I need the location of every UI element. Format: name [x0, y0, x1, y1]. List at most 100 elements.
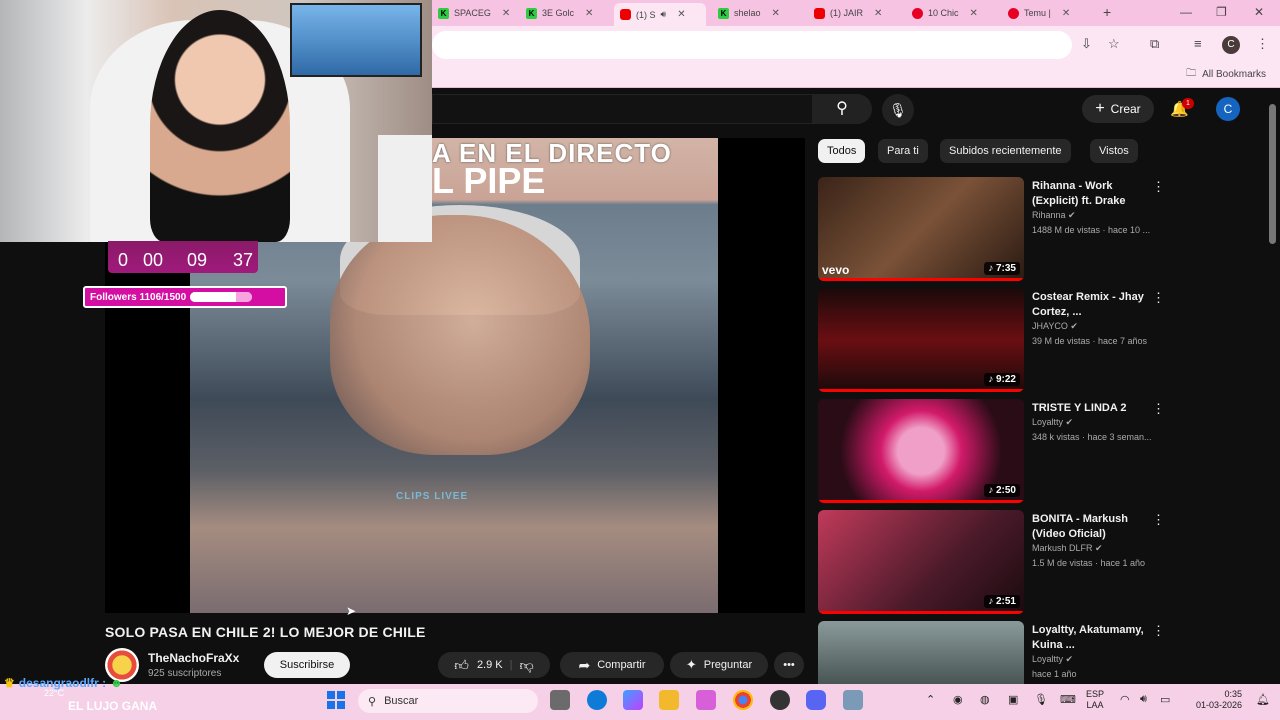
store-icon[interactable] [696, 690, 716, 710]
recommended-video-title[interactable]: Rihanna - Work (Explicit) ft. Drake [1032, 179, 1152, 209]
browser-profile-avatar[interactable]: C [1222, 36, 1240, 54]
copilot-icon[interactable] [623, 690, 643, 710]
recommended-channel-name[interactable]: Markush DLFR ✔ [1032, 543, 1103, 554]
browser-tab[interactable]: Temu | ✕ [1002, 3, 1090, 23]
browser-tab[interactable]: K 3E Golc ✕ [520, 3, 608, 23]
close-tab-icon[interactable]: ✕ [502, 8, 510, 19]
chrome-icon[interactable] [733, 690, 753, 710]
close-window-icon[interactable]: ✕ [1254, 5, 1264, 19]
share-button[interactable]: ➦ Compartir [560, 652, 664, 678]
chip-para-ti[interactable]: Para ti [878, 139, 928, 163]
close-tab-icon[interactable]: ✕ [874, 8, 882, 19]
search-icon[interactable]: ⚲ [812, 94, 872, 124]
clock[interactable]: 0:35 01-03-2026 [1190, 689, 1242, 711]
close-tab-icon[interactable]: ✕ [585, 8, 593, 19]
scrollbar-thumb[interactable] [1269, 104, 1276, 244]
recommended-video-meta: 348 k vistas · hace 3 seman... [1032, 432, 1152, 442]
install-app-icon[interactable]: ⇩ [1081, 36, 1092, 52]
thumbs-up-icon: 👍︎ [454, 656, 469, 673]
edge-icon[interactable] [587, 690, 607, 710]
taskbar-search[interactable]: ⚲ Buscar [358, 689, 538, 713]
discord-icon[interactable] [806, 690, 826, 710]
wifi-icon[interactable]: ◠ [1120, 693, 1130, 706]
restore-icon[interactable]: ❐ [1216, 5, 1227, 19]
more-options-icon[interactable]: ⋮ [1152, 401, 1165, 417]
minimize-icon[interactable]: — [1180, 5, 1192, 19]
video-thumbnail[interactable]: ♪ 2:51 [818, 510, 1024, 614]
recommended-channel-label: Loyaltty [1032, 654, 1064, 664]
crown-icon: ♛ [4, 676, 15, 690]
subscribe-button[interactable]: Suscribirse [264, 652, 350, 678]
recommended-channel-name[interactable]: Loyaltty ✔ [1032, 417, 1073, 428]
youtube-search-input[interactable] [432, 94, 812, 124]
recommended-video-title[interactable]: BONITA - Markush (Video Oficial) [1032, 512, 1152, 542]
language-indicator[interactable]: ESP LAA [1086, 689, 1104, 711]
video-overlay-text-line2: L PIPE [432, 160, 546, 201]
bookmark-star-icon[interactable]: ☆ [1108, 36, 1120, 52]
recommended-channel-name[interactable]: Loyaltty ✔ [1032, 654, 1073, 665]
more-options-icon[interactable]: ⋮ [1152, 179, 1165, 195]
channel-name[interactable]: TheNachoFraXx [148, 651, 239, 665]
recommended-channel-name[interactable]: JHAYCO ✔ [1032, 321, 1078, 332]
file-explorer-icon[interactable] [659, 690, 679, 710]
more-options-icon[interactable]: ⋮ [1152, 290, 1165, 306]
recommended-video-title[interactable]: Loyaltty, Akatumamy, Kuina ... [1032, 623, 1152, 653]
chip-todos[interactable]: Todos [818, 139, 866, 163]
all-bookmarks-button[interactable]: 🗀 All Bookmarks [1186, 66, 1266, 83]
recommended-video[interactable]: ♪ 2:50 TRISTE Y LINDA 2 Loyaltty ✔ 348 k vi… [818, 399, 1258, 503]
browser-tab[interactable]: (1) S 🔊︎ ✕ [614, 3, 706, 26]
tray-discord-icon[interactable]: ◍ [980, 693, 990, 706]
video-watermark: CLIPS LIVEE [396, 491, 469, 502]
chip-vistos[interactable]: Vistos [1090, 139, 1138, 163]
video-thumbnail[interactable]: ♪ 7:35 vevo [818, 177, 1024, 281]
browser-tab[interactable]: K SPACEG ✕ [432, 3, 516, 23]
recommended-video[interactable]: ♪ 2:51 BONITA - Markush (Video Oficial) Ma… [818, 510, 1258, 614]
chip-subidos-recientemente[interactable]: Subidos recientemente [940, 139, 1071, 163]
media-control-icon[interactable]: ≡ [1194, 36, 1202, 51]
recommended-video[interactable]: ♪ 7:35 vevo Rihanna - Work (Explicit) ft. … [818, 177, 1258, 281]
extensions-icon[interactable]: ⧉ [1150, 36, 1159, 52]
video-thumbnail[interactable]: ♪ 2:50 [818, 399, 1024, 503]
address-bar[interactable] [432, 31, 1072, 59]
close-tab-icon[interactable]: ✕ [677, 9, 685, 20]
battery-icon[interactable]: ▭ [1160, 693, 1170, 706]
task-view-icon[interactable] [550, 690, 570, 710]
browser-tab[interactable]: 10 Chic ✕ [906, 3, 996, 23]
close-tab-icon[interactable]: ✕ [772, 8, 780, 19]
create-button[interactable]: + Crear [1082, 95, 1154, 123]
tray-overflow-icon[interactable]: ⌃ [926, 693, 935, 706]
tab-audio-icon[interactable]: 🔊︎ [661, 9, 667, 20]
recommended-video-title[interactable]: TRISTE Y LINDA 2 [1032, 401, 1152, 416]
ask-button[interactable]: ✦ Preguntar [670, 652, 768, 678]
browser-tab[interactable]: (1) JAIR ✕ [808, 3, 900, 23]
recommended-channel-label: Markush DLFR [1032, 543, 1093, 553]
close-tab-icon[interactable]: ✕ [970, 8, 978, 19]
youtube-account-avatar[interactable]: C [1216, 97, 1240, 121]
browser-tab[interactable]: Kshelao ✕ [712, 3, 802, 23]
tray-app-icon[interactable]: ◉ [953, 693, 963, 706]
windows-start-icon[interactable] [326, 690, 346, 710]
like-button[interactable]: 👍︎ 2.9 K [454, 657, 502, 674]
recommended-channel-name[interactable]: Rihanna ✔ [1032, 210, 1076, 221]
volume-icon[interactable]: 🔊︎ [1140, 693, 1147, 706]
browser-menu-icon[interactable]: ⋮ [1256, 36, 1269, 52]
recommended-channel-label: Loyaltty [1032, 417, 1064, 427]
more-options-icon[interactable]: ⋮ [1152, 512, 1165, 528]
chat-message-text: EL LUJO GANA [68, 699, 158, 713]
tray-keyboard-icon[interactable]: ⌨ [1060, 693, 1076, 706]
tray-nvidia-icon[interactable]: ▣ [1008, 693, 1018, 706]
tray-mic-icon[interactable]: 🎙 [1034, 693, 1048, 706]
microphone-icon[interactable]: 🎙 [882, 94, 914, 126]
thumbs-down-icon[interactable]: 👎︎ [519, 657, 533, 674]
video-duration: ♪ 2:50 [984, 484, 1020, 497]
video-thumbnail[interactable]: ♪ 9:22 [818, 288, 1024, 392]
obs-icon[interactable] [770, 690, 790, 710]
notification-center-icon[interactable]: 🔔︎ [1256, 693, 1270, 706]
settings-icon[interactable] [843, 690, 863, 710]
recommended-video[interactable]: ♪ 9:22 Costear Remix - Jhay Cortez, ... JH… [818, 288, 1258, 392]
more-options-icon[interactable]: ⋮ [1152, 623, 1165, 639]
new-tab-button[interactable]: + [1103, 4, 1111, 20]
more-actions-icon[interactable]: ••• [774, 652, 804, 678]
recommended-video-title[interactable]: Costear Remix - Jhay Cortez, ... [1032, 290, 1152, 320]
close-tab-icon[interactable]: ✕ [1062, 8, 1070, 19]
